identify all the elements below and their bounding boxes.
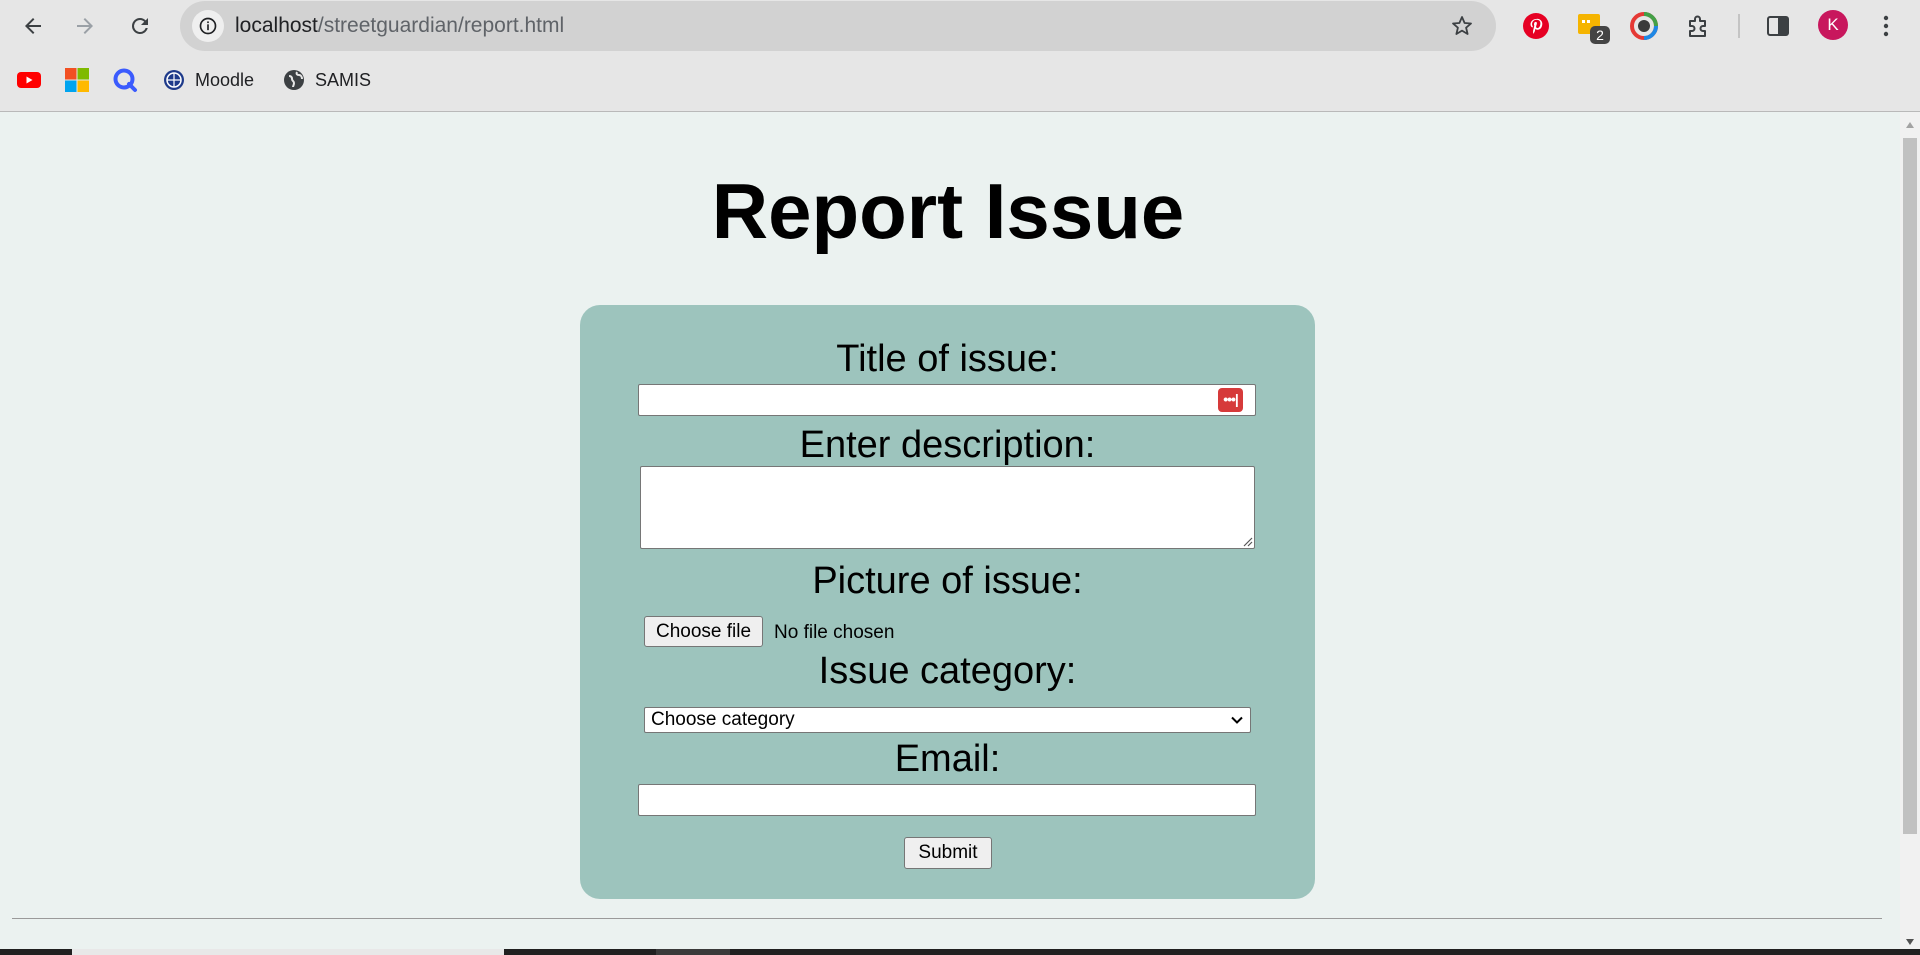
moodle-icon [164, 70, 184, 90]
title-label: Title of issue: [836, 338, 1059, 380]
bookmark-youtube[interactable] [16, 64, 42, 96]
browser-toolbar: localhost/streetguardian/report.html 2 K [0, 0, 1920, 52]
q-app-icon [113, 68, 137, 92]
email-label: Email: [894, 738, 1001, 780]
title-input[interactable]: •••| [638, 384, 1256, 416]
bookmarks-bar: Moodle SAMIS [0, 52, 1920, 112]
pinterest-extension[interactable] [1520, 10, 1552, 42]
taskbar-edge [0, 949, 1920, 955]
browser-menu-button[interactable] [1870, 10, 1902, 42]
category-label: Issue category: [818, 650, 1077, 692]
info-icon [199, 17, 217, 35]
address-bar[interactable]: localhost/streetguardian/report.html [180, 1, 1496, 51]
file-status-text: No file chosen [774, 622, 895, 643]
taskbar-segment [656, 949, 730, 955]
more-vertical-icon [1883, 15, 1889, 37]
toolbar-divider [1738, 14, 1740, 38]
extension-badge: 2 [1590, 26, 1610, 44]
side-panel-icon [1767, 16, 1789, 36]
horizontal-rule [12, 918, 1882, 919]
pinterest-icon [1523, 13, 1549, 39]
youtube-icon [17, 72, 41, 88]
taskbar-segment [72, 949, 504, 955]
bookmark-label: Moodle [195, 69, 255, 90]
bookmark-label: SAMIS [315, 69, 372, 90]
back-arrow-icon [25, 18, 41, 34]
page-viewport: Report Issue Title of issue: •••| Enter … [0, 112, 1900, 955]
scroll-down-arrow-icon[interactable] [1905, 938, 1915, 946]
bookmark-samis[interactable]: SAMIS [281, 64, 371, 96]
reload-icon [132, 17, 148, 34]
bookmark-microsoft[interactable] [64, 64, 90, 96]
color-wheel-icon [1630, 12, 1658, 40]
url-text: localhost/streetguardian/report.html [235, 14, 564, 38]
url-host: localhost [235, 14, 318, 37]
page-title: Report Issue [711, 167, 1185, 255]
color-picker-extension[interactable] [1628, 10, 1660, 42]
submit-button[interactable]: Submit [904, 837, 992, 869]
chevron-down-icon [1231, 716, 1243, 724]
bookmark-star-icon[interactable] [1450, 14, 1474, 38]
profile-avatar[interactable]: K [1818, 10, 1848, 40]
reload-button[interactable] [120, 6, 160, 46]
puzzle-piece-icon [1689, 15, 1706, 37]
choose-file-button[interactable]: Choose file [644, 616, 764, 647]
password-manager-icon[interactable]: •••| [1218, 388, 1243, 412]
category-selected-value: Choose category [651, 709, 795, 730]
scroll-up-arrow-icon[interactable] [1905, 121, 1915, 129]
description-label: Enter description: [799, 424, 1096, 466]
url-path: /streetguardian/report.html [317, 14, 565, 37]
side-panel-button[interactable] [1762, 10, 1794, 42]
forward-arrow-icon [77, 18, 93, 34]
picture-label: Picture of issue: [812, 560, 1083, 602]
report-form: Title of issue: •••| Enter description: … [580, 305, 1315, 899]
resize-grip-icon[interactable] [1241, 535, 1253, 547]
bookmark-q-app[interactable] [112, 64, 138, 96]
globe-icon [284, 70, 304, 90]
forward-button[interactable] [65, 6, 105, 46]
category-select[interactable]: Choose category [644, 707, 1251, 733]
page-scrollbar[interactable] [1900, 112, 1920, 955]
notes-extension[interactable]: 2 [1574, 10, 1610, 44]
email-input[interactable] [638, 784, 1256, 816]
microsoft-icon [65, 68, 89, 92]
extensions-menu-button[interactable] [1682, 10, 1714, 42]
scrollbar-thumb[interactable] [1903, 138, 1917, 834]
site-info-button[interactable] [192, 10, 224, 42]
back-button[interactable] [13, 6, 53, 46]
description-textarea[interactable] [640, 466, 1255, 549]
bookmark-moodle[interactable]: Moodle [161, 64, 254, 96]
